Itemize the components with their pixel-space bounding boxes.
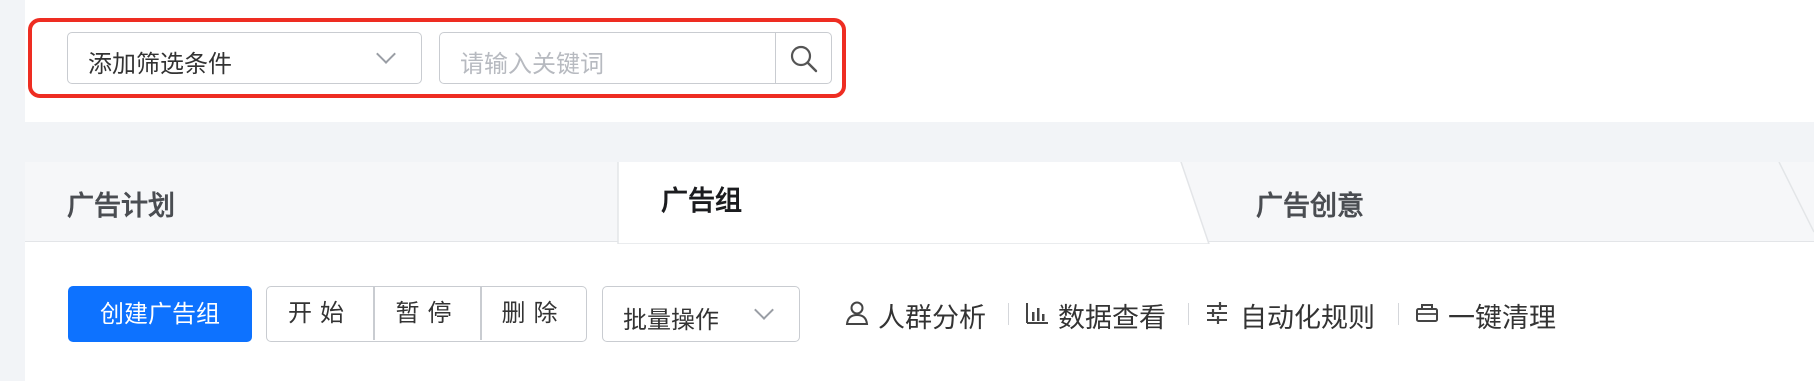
tab-campaign[interactable]: 广告计划: [67, 184, 175, 223]
chevron-down-icon: [376, 44, 396, 64]
user-icon: [845, 301, 869, 325]
search-input[interactable]: 请输入关键词: [439, 32, 776, 84]
link-separator: [1188, 303, 1189, 325]
automation-rules-link[interactable]: 自动化规则: [1240, 296, 1375, 335]
tab-ad-group[interactable]: 广告组: [661, 179, 742, 218]
search-icon: [790, 45, 818, 73]
bar-chart-icon: [1026, 303, 1048, 324]
tab-shapes: [617, 162, 1814, 244]
tab-creative[interactable]: 广告创意: [1256, 184, 1364, 223]
chevron-down-icon: [754, 300, 774, 320]
one-click-clean-link[interactable]: 一键清理: [1448, 296, 1556, 335]
tabs-panel: 广告计划 广告组 广告创意: [25, 162, 1814, 381]
audience-analysis-link[interactable]: 人群分析: [878, 296, 986, 335]
sliders-icon: [1207, 302, 1227, 324]
start-button[interactable]: 开始: [267, 287, 373, 340]
batch-operation-select[interactable]: 批量操作: [602, 286, 800, 342]
search-placeholder: 请输入关键词: [460, 50, 604, 78]
create-ad-group-button[interactable]: 创建广告组: [68, 286, 252, 342]
data-view-link[interactable]: 数据查看: [1058, 296, 1166, 335]
broom-icon: [1416, 304, 1438, 322]
add-filter-select[interactable]: 添加筛选条件: [67, 32, 422, 84]
add-filter-label: 添加筛选条件: [88, 50, 232, 78]
link-separator: [1398, 303, 1399, 325]
batch-operation-label: 批量操作: [623, 306, 719, 334]
search-button[interactable]: [775, 32, 832, 84]
delete-button[interactable]: 删除: [482, 287, 585, 340]
link-separator: [1008, 303, 1009, 325]
action-button-group: 开始 暂停 删除: [266, 286, 587, 342]
pause-button[interactable]: 暂停: [375, 287, 480, 340]
